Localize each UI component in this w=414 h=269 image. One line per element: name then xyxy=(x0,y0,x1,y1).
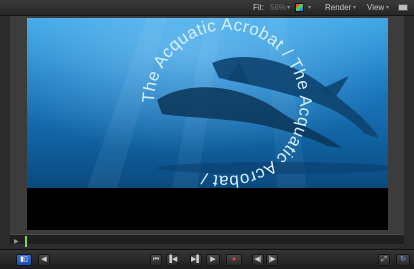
viewer-layout-icon[interactable] xyxy=(398,4,408,11)
out-point-icon: |▶ xyxy=(268,256,276,263)
timeline-track[interactable] xyxy=(10,244,404,248)
go-to-out-point-button[interactable]: |▶ xyxy=(266,254,278,266)
play-icon: ▶ xyxy=(210,256,216,263)
transport-bar: ▮▯ ◀ ⏮ ▐◀ ▶▌ ▶ ● ◀| |▶ ⤢ ↻ xyxy=(0,249,414,269)
record-icon: ● xyxy=(231,256,237,263)
fit-label: Fit: xyxy=(253,3,265,12)
step-forward-icon: ▶▌ xyxy=(191,256,202,263)
layers-icon: ▮▯ xyxy=(20,256,28,263)
step-forward-button[interactable]: ▶▌ xyxy=(190,254,202,266)
view-menu[interactable]: View xyxy=(367,2,384,13)
skip-back-icon: ⏮ xyxy=(152,256,160,263)
zoom-fit-dropdown[interactable]: 56% xyxy=(270,2,286,13)
channels-icon[interactable] xyxy=(295,3,304,12)
dolphin-scene: The Acquatic Acrobat / The Acquatic Acro… xyxy=(27,18,388,188)
triangle-left-icon: ◀ xyxy=(41,256,47,263)
record-button[interactable]: ● xyxy=(226,254,242,266)
viewer-toolbar: Fit: 56% ▾ ▾ Render ▾ View ▾ xyxy=(0,0,414,16)
render-menu[interactable]: Render xyxy=(325,2,351,13)
loop-icon: ↻ xyxy=(400,256,406,263)
go-to-in-point-button[interactable]: ◀| xyxy=(252,254,264,266)
chevron-down-icon[interactable]: ▾ xyxy=(287,3,290,14)
expand-icon: ⤢ xyxy=(381,256,387,263)
play-button[interactable]: ▶ xyxy=(206,254,220,266)
step-back-button[interactable]: ▐◀ xyxy=(166,254,178,266)
mini-timeline[interactable]: ▶ xyxy=(10,234,404,248)
layers-button[interactable]: ▮▯ xyxy=(16,254,32,266)
loop-playback-button[interactable]: ↻ xyxy=(396,254,410,266)
chevron-down-icon[interactable]: ▾ xyxy=(386,3,389,14)
chevron-down-icon[interactable]: ▾ xyxy=(353,3,356,14)
playhead[interactable] xyxy=(25,236,27,247)
go-to-start-button[interactable]: ⏮ xyxy=(150,254,162,266)
canvas[interactable]: The Acquatic Acrobat / The Acquatic Acro… xyxy=(27,18,388,230)
step-back-icon: ▐◀ xyxy=(167,256,178,263)
collapse-button[interactable]: ◀ xyxy=(38,254,50,266)
chevron-down-icon[interactable]: ▾ xyxy=(308,3,311,14)
in-point-icon: ◀| xyxy=(254,256,262,263)
fullscreen-button[interactable]: ⤢ xyxy=(378,254,390,266)
canvas-area: The Acquatic Acrobat / The Acquatic Acro… xyxy=(10,16,404,234)
